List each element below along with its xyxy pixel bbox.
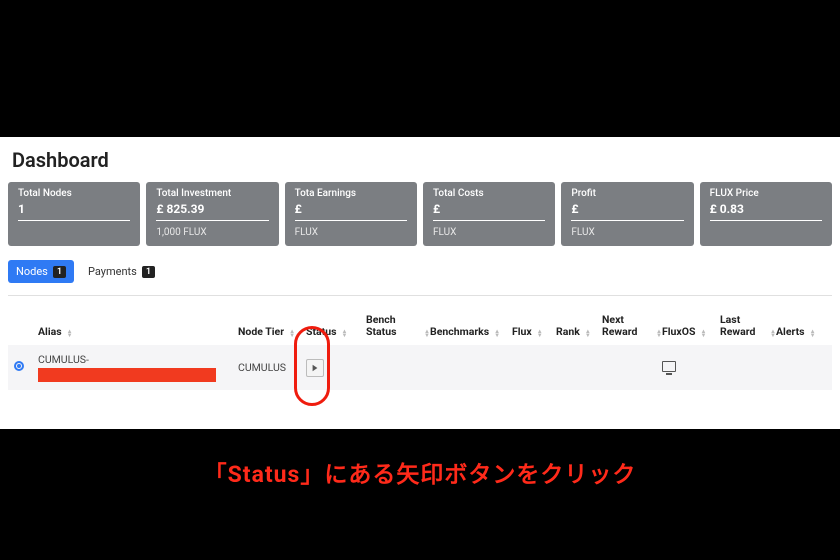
card-profit: Profit £ FLUX: [561, 182, 693, 246]
card-total-nodes: Total Nodes 1: [8, 182, 140, 246]
sort-icon: ▲▼: [700, 330, 706, 337]
col-flux[interactable]: Flux▲▼: [512, 326, 556, 338]
sort-icon: ▲▼: [585, 330, 591, 337]
card-sub: FLUX: [571, 227, 683, 238]
sort-icon: ▲▼: [289, 330, 295, 337]
card-label: Tota Earnings: [295, 188, 407, 199]
tab-payments[interactable]: Payments 1: [80, 260, 163, 283]
card-label: Total Costs: [433, 188, 545, 199]
sort-icon: ▲▼: [494, 330, 500, 337]
tab-badge: 1: [142, 266, 155, 278]
card-label: Profit: [571, 188, 683, 199]
col-status[interactable]: Status▲▼: [306, 326, 366, 338]
card-total-investment: Total Investment £ 825.39 1,000 FLUX: [146, 182, 278, 246]
stat-cards-row: Total Nodes 1 Total Investment £ 825.39 …: [4, 182, 836, 246]
col-node-tier[interactable]: Node Tier▲▼: [238, 326, 306, 338]
card-value: £ 825.39: [156, 202, 268, 216]
sort-icon: ▲▼: [537, 330, 543, 337]
card-total-earnings: Tota Earnings £ FLUX: [285, 182, 417, 246]
page-title: Dashboard: [4, 142, 836, 182]
col-alias[interactable]: Alias▲▼: [38, 326, 238, 338]
table-header-row: Alias▲▼ Node Tier▲▼ Status▲▼ Bench Statu…: [8, 296, 832, 345]
card-label: Total Investment: [156, 188, 268, 199]
sort-icon: ▲▼: [341, 330, 347, 337]
card-value: £: [433, 202, 545, 216]
monitor-icon[interactable]: [662, 361, 676, 372]
col-benchmarks[interactable]: Benchmarks▲▼: [430, 326, 512, 338]
col-bench-status[interactable]: Bench Status▲▼: [366, 314, 430, 337]
nodes-table: Alias▲▼ Node Tier▲▼ Status▲▼ Bench Statu…: [8, 295, 832, 390]
status-arrow-button[interactable]: [306, 359, 324, 377]
row-radio[interactable]: [14, 361, 24, 371]
col-last-reward[interactable]: Last Reward▲▼: [720, 314, 776, 337]
sort-icon: ▲▼: [810, 330, 816, 337]
col-rank[interactable]: Rank▲▼: [556, 326, 602, 338]
tab-nodes[interactable]: Nodes 1: [8, 260, 74, 283]
card-label: Total Nodes: [18, 188, 130, 199]
play-icon: [311, 364, 319, 372]
alias-text: CUMULUS-: [38, 353, 89, 366]
annotation-caption: 「Status」にある矢印ボタンをクリック: [0, 455, 840, 489]
card-sub: FLUX: [295, 227, 407, 238]
card-value: £: [295, 202, 407, 216]
tabs-row: Nodes 1 Payments 1: [4, 246, 836, 295]
sort-icon: ▲▼: [67, 330, 73, 337]
tab-badge: 1: [53, 266, 66, 278]
tab-label: Nodes: [16, 265, 48, 278]
alias-redacted-bar: [38, 368, 216, 382]
card-value: 1: [18, 202, 130, 216]
card-value: £ 0.83: [710, 202, 822, 216]
table-row[interactable]: CUMULUS- CUMULUS: [8, 345, 832, 390]
col-alerts[interactable]: Alerts▲▼: [776, 326, 826, 338]
card-value: £: [571, 202, 683, 216]
card-flux-price: FLUX Price £ 0.83: [700, 182, 832, 246]
col-fluxos[interactable]: FluxOS▲▼: [662, 326, 720, 338]
card-label: FLUX Price: [710, 188, 822, 199]
col-next-reward[interactable]: Next Reward▲▼: [602, 314, 662, 337]
tab-label: Payments: [88, 265, 137, 278]
card-sub: FLUX: [433, 227, 545, 238]
tier-cell: CUMULUS: [238, 361, 306, 374]
card-total-costs: Total Costs £ FLUX: [423, 182, 555, 246]
card-sub: 1,000 FLUX: [156, 227, 268, 238]
